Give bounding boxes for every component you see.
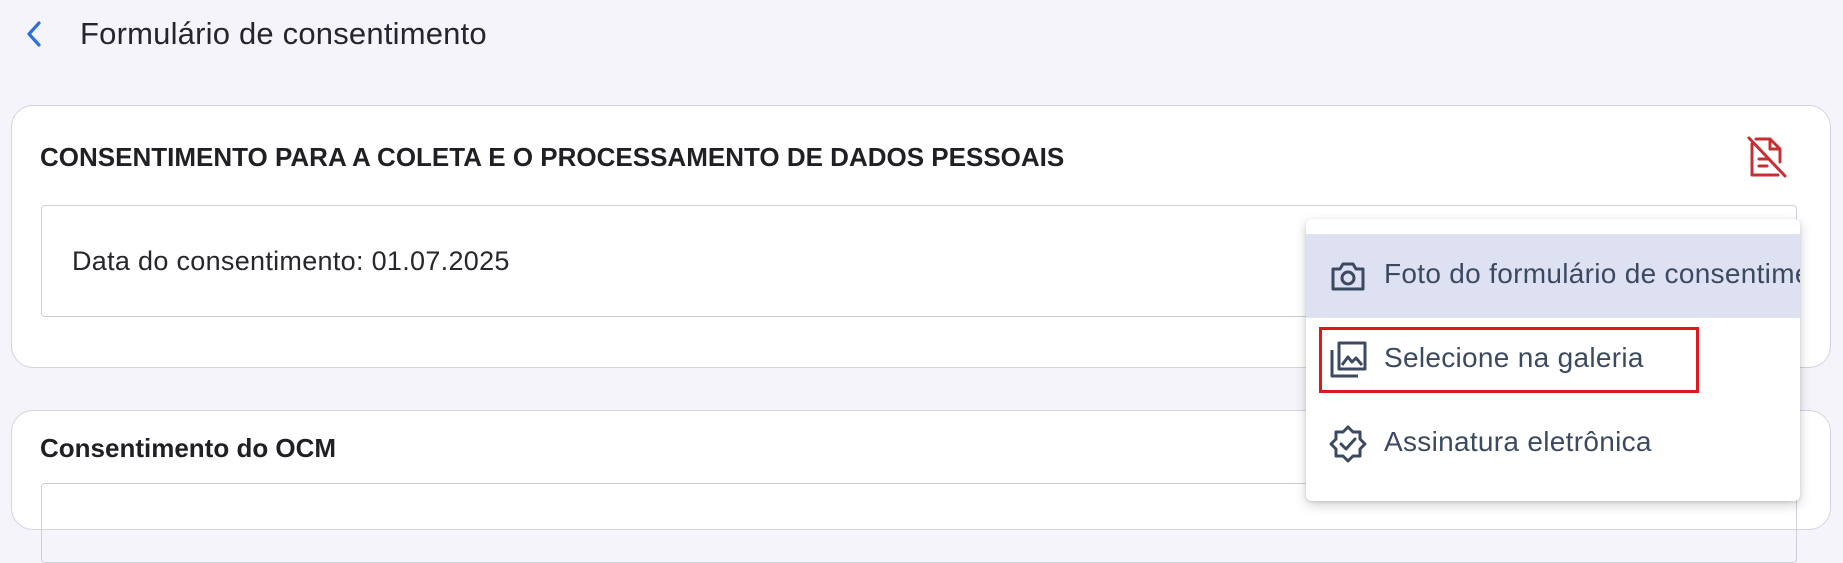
menu-item-label: Assinatura eletrônica bbox=[1384, 426, 1652, 457]
no-document-icon bbox=[1747, 136, 1787, 178]
menu-item-gallery[interactable]: Selecione na galeria bbox=[1306, 318, 1800, 402]
app-header: Formulário de consentimento bbox=[0, 0, 1843, 70]
menu-item-e-signature[interactable]: Assinatura eletrônica bbox=[1306, 402, 1800, 486]
gallery-icon bbox=[1328, 340, 1368, 380]
attach-options-menu: Foto do formulário de consentimento Sele… bbox=[1306, 219, 1800, 501]
chevron-left-icon bbox=[27, 21, 41, 47]
camera-icon bbox=[1328, 256, 1368, 296]
consent-card-title: CONSENTIMENTO PARA A COLETA E O PROCESSA… bbox=[40, 142, 1065, 172]
menu-item-label: Selecione na galeria bbox=[1384, 342, 1644, 373]
consent-date-text: Data do consentimento: 01.07.2025 bbox=[72, 246, 510, 276]
menu-item-photo[interactable]: Foto do formulário de consentimento bbox=[1306, 234, 1800, 318]
page-title: Formulário de consentimento bbox=[80, 16, 487, 51]
verified-badge-icon bbox=[1328, 424, 1368, 464]
ocm-card-title: Consentimento do OCM bbox=[40, 433, 337, 463]
menu-item-label: Foto do formulário de consentimento bbox=[1384, 258, 1800, 289]
back-button[interactable] bbox=[18, 18, 50, 50]
document-status-button[interactable] bbox=[1745, 133, 1789, 181]
